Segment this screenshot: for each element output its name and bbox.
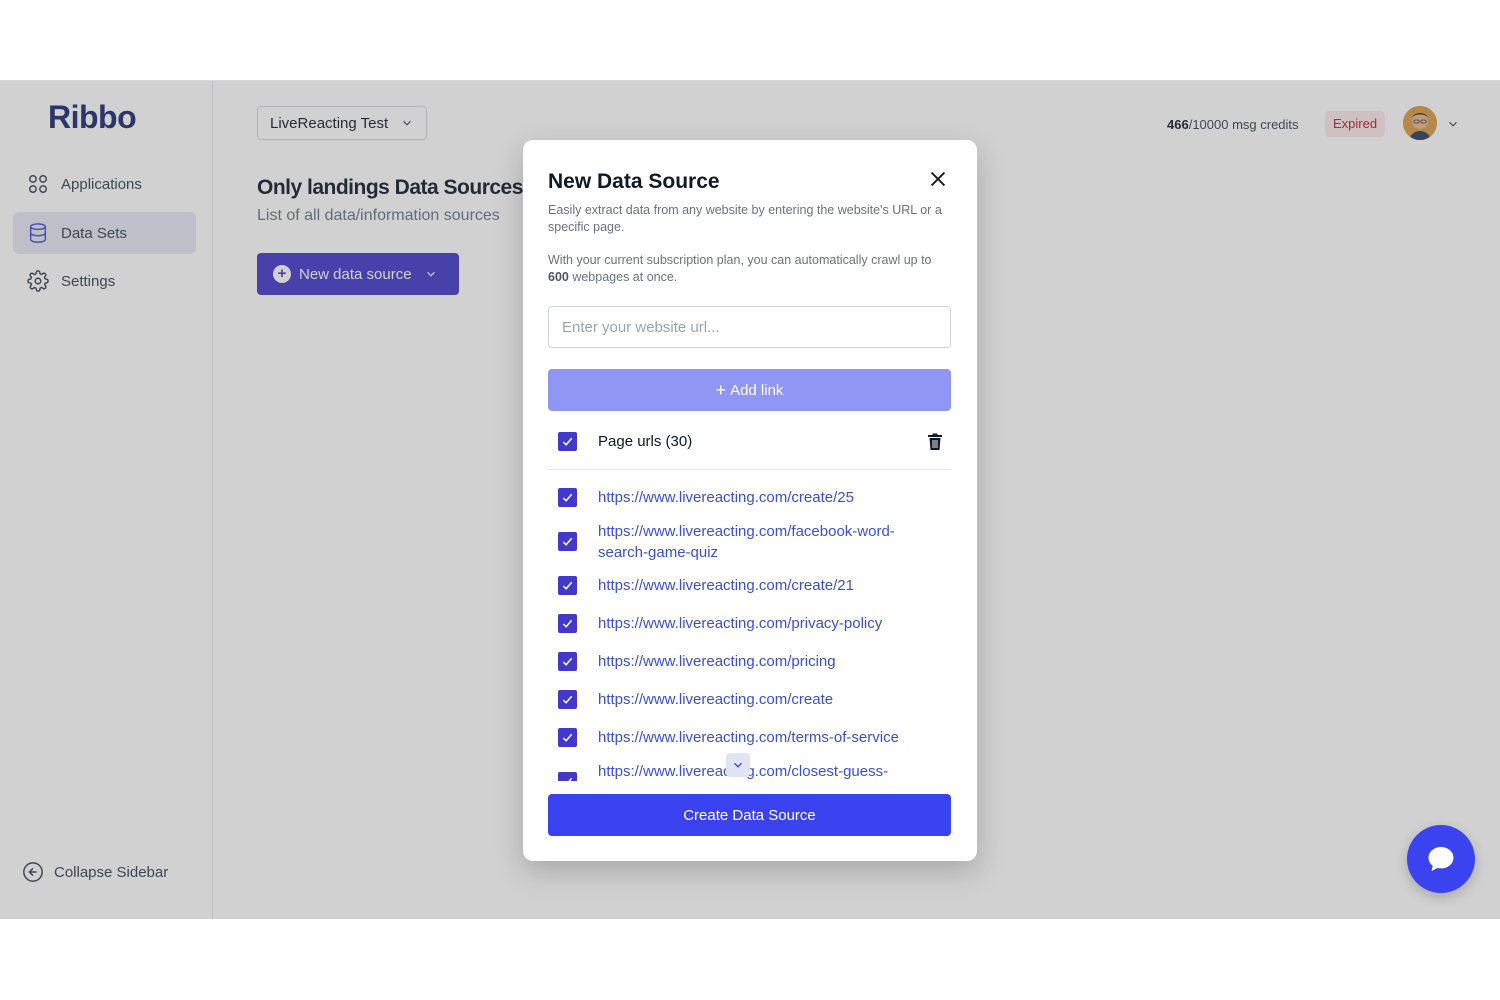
url-checkbox[interactable] (558, 772, 577, 781)
url-checkbox[interactable] (558, 532, 577, 551)
plus-icon: + (715, 379, 727, 400)
new-data-source-modal: New Data Source Easily extract data from… (523, 140, 977, 861)
divider (548, 469, 951, 470)
chevron-down-icon (733, 762, 743, 768)
url-link[interactable]: https://www.livereacting.com/privacy-pol… (598, 613, 928, 634)
url-link[interactable]: https://www.livereacting.com/create/21 (598, 575, 928, 596)
page-url-list[interactable]: https://www.livereacting.com/create/25 h… (523, 476, 977, 781)
plan-suffix: webpages at once. (568, 270, 678, 284)
url-checkbox[interactable] (558, 488, 577, 507)
plan-info: With your current subscription plan, you… (548, 252, 953, 286)
checkmark-icon (562, 437, 573, 446)
chat-bubble-icon (1428, 847, 1454, 871)
checkmark-icon (562, 493, 573, 502)
checkmark-icon (562, 581, 573, 590)
chat-button[interactable] (1407, 825, 1475, 893)
plan-limit: 600 (548, 270, 569, 284)
checkmark-icon (568, 777, 573, 781)
url-link[interactable]: https://www.livereacting.com/pricing (598, 651, 928, 672)
add-link-label: Add link (730, 381, 784, 399)
trash-icon[interactable] (927, 433, 943, 451)
plan-prefix: With your current subscription plan, you… (548, 253, 932, 267)
modal-title: New Data Source (548, 170, 720, 193)
page-urls-label: Page urls (30) (598, 433, 693, 450)
scroll-down-button[interactable] (726, 753, 750, 777)
url-checkbox[interactable] (558, 576, 577, 595)
url-checkbox[interactable] (558, 614, 577, 633)
add-link-button[interactable]: + Add link (548, 369, 951, 411)
checkmark-icon (562, 537, 573, 546)
url-link[interactable]: https://www.livereacting.com/create (598, 689, 928, 710)
create-data-source-button[interactable]: Create Data Source (548, 794, 951, 836)
app-window: Ribbo Applications Data Sets Settings Co… (0, 80, 1500, 919)
url-checkbox[interactable] (558, 728, 577, 747)
website-url-input[interactable] (548, 306, 951, 348)
close-icon[interactable] (927, 168, 949, 190)
modal-description: Easily extract data from any website by … (548, 203, 942, 234)
checkmark-icon (562, 695, 573, 704)
checkmark-icon (562, 619, 573, 628)
select-all-checkbox[interactable] (558, 432, 577, 451)
url-checkbox[interactable] (558, 652, 577, 671)
url-checkbox[interactable] (558, 690, 577, 709)
checkmark-icon (562, 657, 573, 666)
url-link[interactable]: https://www.livereacting.com/terms-of-se… (598, 727, 928, 748)
url-link[interactable]: https://www.livereacting.com/closest-gue… (598, 761, 928, 781)
checkmark-icon (562, 733, 573, 742)
url-link[interactable]: https://www.livereacting.com/facebook-wo… (598, 521, 928, 563)
url-link[interactable]: https://www.livereacting.com/create/25 (598, 487, 928, 508)
